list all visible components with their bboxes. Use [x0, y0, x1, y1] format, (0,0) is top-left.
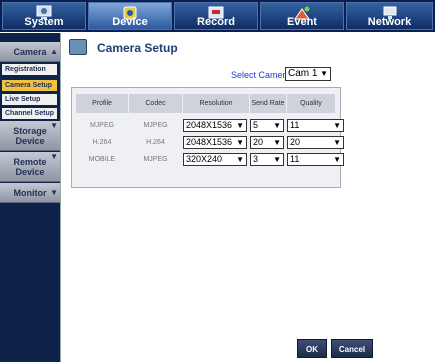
- select-camera-label: Select Camera: [231, 70, 291, 80]
- sidebar-item-camera-setup[interactable]: Camera Setup: [2, 80, 57, 91]
- profile-cell: MJPEG: [89, 122, 115, 129]
- tab-event[interactable]: Event: [260, 2, 344, 30]
- camera-settings-table: Profile Codec Resolution Send Rate Quali…: [71, 87, 344, 188]
- resolution-dropdown[interactable]: 2048X1536 ▼: [183, 136, 247, 149]
- column-header-send-rate: Send Rate: [250, 94, 286, 113]
- resolution-value: 2048X1536: [186, 137, 233, 147]
- column-header-resolution: Resolution: [183, 94, 249, 113]
- sidebar-monitor-header[interactable]: Monitor ▼: [0, 183, 60, 203]
- main-panel: Camera Setup Select Camera Cam 1 ▼ Profi…: [60, 33, 435, 362]
- chevron-down-icon: ▼: [236, 121, 244, 130]
- chevron-down-icon: ▼: [333, 155, 341, 164]
- sidebar-camera-header[interactable]: Camera ▲: [0, 42, 60, 62]
- codec-cell: MJPEG: [143, 122, 168, 129]
- quality-dropdown[interactable]: 11 ▼: [287, 153, 344, 166]
- chevron-down-icon: ▼: [273, 155, 281, 164]
- column-header-codec: Codec: [129, 94, 182, 113]
- sidebar-remote-header[interactable]: Remote Device ▼: [0, 152, 60, 182]
- tab-device[interactable]: Device: [88, 2, 172, 30]
- sidebar-item-registration[interactable]: Registration: [2, 64, 57, 75]
- tab-device-label: Device: [112, 16, 148, 28]
- camera-setup-icon: [69, 39, 87, 55]
- quality-value: 11: [290, 120, 300, 130]
- chevron-down-icon: ▼: [236, 138, 244, 147]
- cancel-button[interactable]: Cancel: [331, 339, 373, 358]
- resolution-dropdown[interactable]: 320X240 ▼: [183, 153, 247, 166]
- send-rate-value: 20: [253, 137, 264, 147]
- send-rate-dropdown[interactable]: 20 ▼: [250, 136, 284, 149]
- send-rate-value: 3: [253, 154, 259, 164]
- tab-network[interactable]: Network: [346, 2, 433, 30]
- sidebar-monitor-header-label: Monitor: [13, 188, 47, 198]
- sidebar-storage-header[interactable]: Storage Device ▼: [0, 121, 60, 151]
- chevron-down-icon: ▼: [236, 155, 244, 164]
- codec-cell: H.264: [146, 139, 165, 146]
- resolution-dropdown[interactable]: 2048X1536 ▼: [183, 119, 247, 132]
- expand-down-icon: ▼: [50, 188, 58, 197]
- chevron-down-icon: ▼: [333, 121, 341, 130]
- quality-dropdown[interactable]: 11 ▼: [287, 119, 344, 132]
- collapse-up-icon: ▲: [50, 47, 58, 56]
- tab-event-label: Event: [287, 16, 317, 28]
- chevron-down-icon: ▼: [273, 138, 281, 147]
- expand-down-icon: ▼: [50, 121, 58, 130]
- resolution-value: 320X240: [186, 154, 223, 164]
- quality-dropdown[interactable]: 20 ▼: [287, 136, 344, 149]
- tab-system[interactable]: System: [2, 2, 86, 30]
- tab-record-label: Record: [197, 16, 235, 28]
- sidebar-storage-header-label: Storage Device: [13, 126, 47, 146]
- select-camera-value: Cam 1: [288, 68, 318, 79]
- sidebar-remote-header-label: Remote Device: [13, 157, 47, 177]
- send-rate-dropdown[interactable]: 5 ▼: [250, 119, 284, 132]
- tab-system-label: System: [24, 16, 64, 28]
- sidebar-camera-header-label: Camera: [13, 47, 47, 57]
- quality-value: 11: [290, 154, 300, 164]
- sidebar-item-channel-setup[interactable]: Channel Setup: [2, 108, 57, 119]
- chevron-down-icon: ▼: [320, 69, 328, 78]
- column-header-quality: Quality: [287, 94, 335, 113]
- sidebar: Camera ▲ Registration Camera Setup Live …: [0, 33, 60, 362]
- profile-cell: H.264: [92, 139, 112, 146]
- top-navigation: System Device Record Event Network: [0, 0, 435, 32]
- chevron-down-icon: ▼: [333, 138, 341, 147]
- send-rate-value: 5: [253, 120, 259, 130]
- send-rate-dropdown[interactable]: 3 ▼: [250, 153, 284, 166]
- expand-down-icon: ▼: [50, 152, 58, 161]
- codec-cell: MJPEG: [143, 156, 168, 163]
- chevron-down-icon: ▼: [273, 121, 281, 130]
- ok-button[interactable]: OK: [297, 339, 327, 358]
- tab-record[interactable]: Record: [174, 2, 258, 30]
- sidebar-item-live-setup[interactable]: Live Setup: [2, 94, 57, 105]
- column-header-profile: Profile: [76, 94, 128, 113]
- quality-value: 20: [290, 137, 301, 147]
- resolution-value: 2048X1536: [186, 120, 233, 130]
- page-title: Camera Setup: [97, 41, 178, 55]
- select-camera-dropdown[interactable]: Cam 1 ▼: [285, 67, 331, 81]
- tab-network-label: Network: [367, 16, 412, 28]
- profile-cell: MOBILE: [88, 156, 116, 163]
